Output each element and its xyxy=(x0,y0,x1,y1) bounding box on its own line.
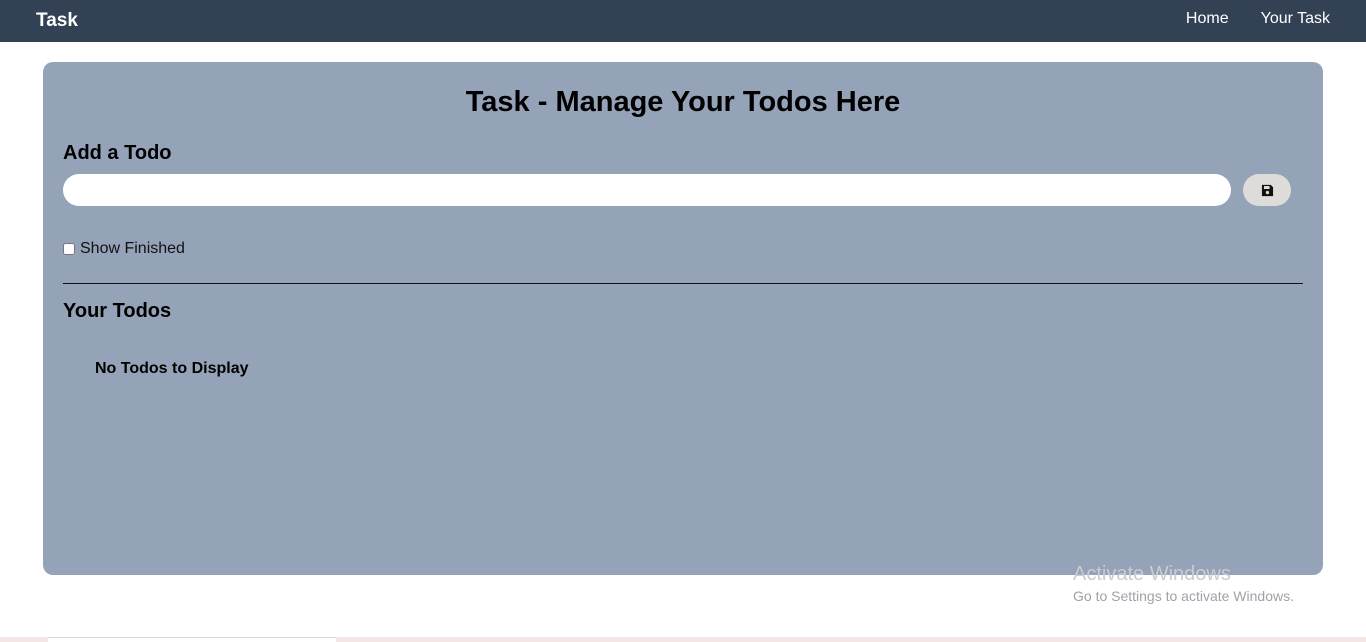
show-finished-toggle[interactable]: Show Finished xyxy=(63,240,185,258)
divider xyxy=(63,283,1303,284)
watermark-title: Activate Windows xyxy=(1073,563,1231,585)
add-todo-heading: Add a Todo xyxy=(63,142,172,164)
save-button[interactable] xyxy=(1243,174,1291,206)
nav-links: Home Your Task xyxy=(1186,9,1330,29)
empty-todos-message: No Todos to Display xyxy=(95,360,249,377)
save-icon xyxy=(1261,184,1273,196)
show-finished-label: Show Finished xyxy=(80,240,185,257)
brand-logo[interactable]: Task xyxy=(36,10,78,32)
your-todos-heading: Your Todos xyxy=(63,300,172,322)
navbar: Task Home Your Task xyxy=(0,0,1366,42)
show-finished-checkbox[interactable] xyxy=(63,243,75,255)
page-title: Task - Manage Your Todos Here xyxy=(465,86,901,118)
taskbar-segment xyxy=(48,637,336,642)
bottom-taskbar-edge xyxy=(0,637,1366,642)
activate-windows-watermark: Activate Windows Go to Settings to activ… xyxy=(1073,563,1294,605)
todo-card: Task - Manage Your Todos Here Add a Todo… xyxy=(43,62,1323,575)
nav-link-your-task[interactable]: Your Task xyxy=(1261,9,1330,29)
todo-input[interactable] xyxy=(63,174,1231,206)
watermark-subtitle: Go to Settings to activate Windows. xyxy=(1073,588,1294,604)
nav-link-home[interactable]: Home xyxy=(1186,9,1229,29)
